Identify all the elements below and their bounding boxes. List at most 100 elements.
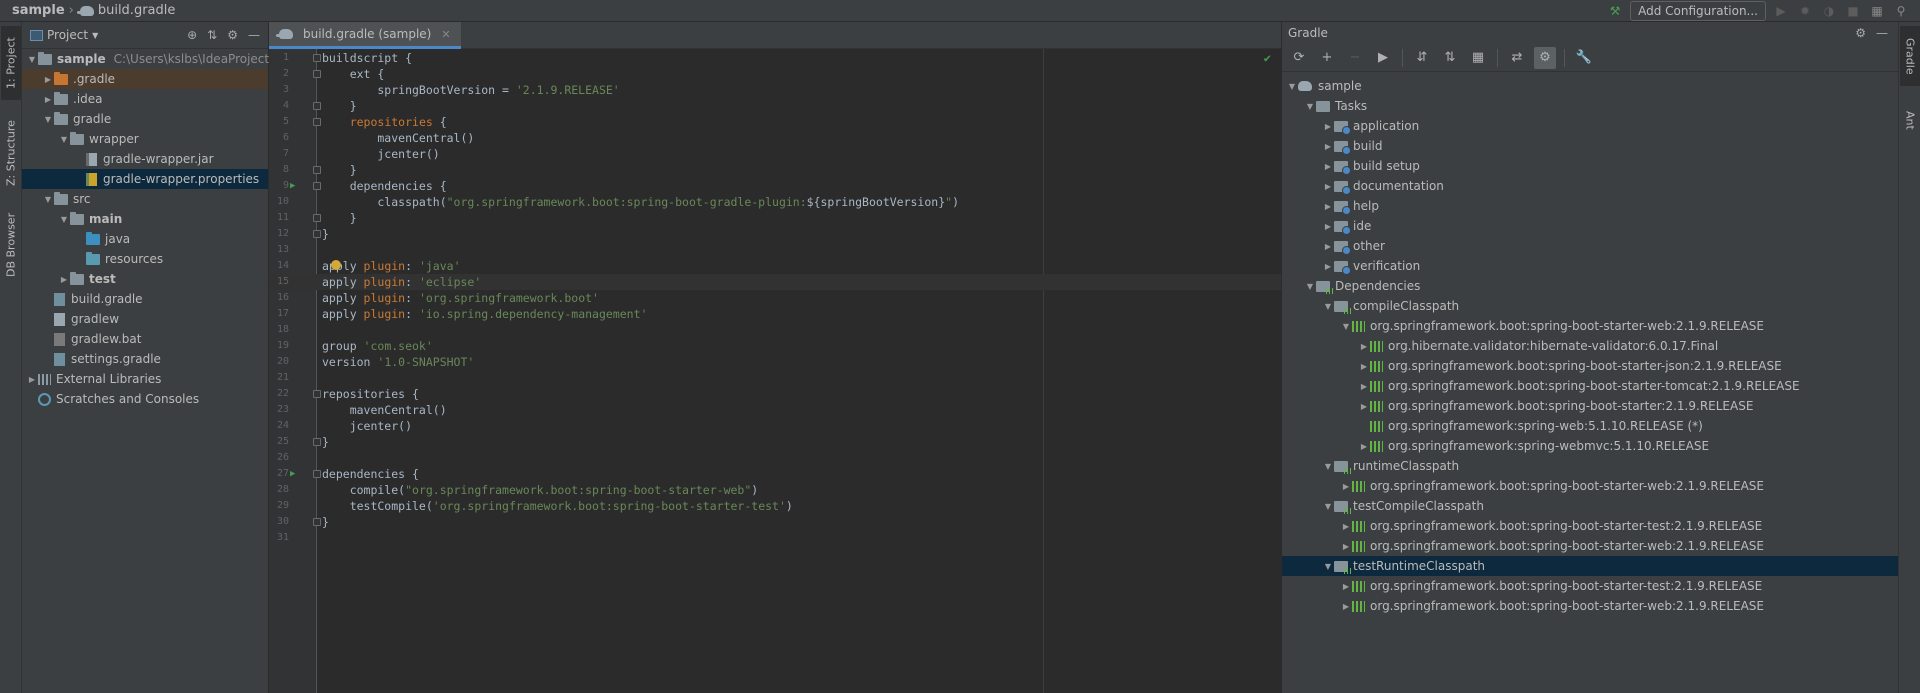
collapsed-arrow-icon[interactable]: ▶ — [1322, 242, 1334, 251]
skip-tests-icon[interactable]: ⚙ — [1534, 46, 1556, 69]
collapsed-arrow-icon[interactable]: ▶ — [1322, 222, 1334, 231]
code-line[interactable]: 3 springBootVersion = '2.1.9.RELEASE' — [269, 82, 1281, 98]
code-line[interactable]: 31 — [269, 530, 1281, 546]
run-gutter-icon[interactable]: ▶ — [290, 178, 295, 194]
fold-marker-icon[interactable] — [313, 214, 321, 222]
project-view-selector[interactable]: Project ▼ — [30, 28, 98, 42]
expanded-arrow-icon[interactable]: ▼ — [1304, 102, 1316, 111]
gradle-tree-item[interactable]: ▼ Dependencies — [1282, 276, 1898, 296]
code-line[interactable]: 15 apply plugin: 'eclipse' — [269, 274, 1281, 290]
code-line[interactable]: 5 repositories { — [269, 114, 1281, 130]
expanded-arrow-icon[interactable]: ▼ — [26, 55, 38, 64]
search-icon[interactable]: ⚲ — [1892, 2, 1910, 20]
collapsed-arrow-icon[interactable]: ▶ — [1322, 162, 1334, 171]
gradle-tree-item[interactable]: ▶ org.springframework:spring-webmvc:5.1.1… — [1282, 436, 1898, 456]
code-line[interactable]: 13 — [269, 242, 1281, 258]
collapse-all-icon[interactable]: ⇅ — [207, 28, 217, 42]
code-line[interactable]: 7 jcenter() — [269, 146, 1281, 162]
build-hammer-icon[interactable]: ⚒ — [1606, 2, 1624, 20]
collapsed-arrow-icon[interactable]: ▶ — [1358, 402, 1370, 411]
code-line[interactable]: 23 mavenCentral() — [269, 402, 1281, 418]
minimize-icon[interactable]: — — [248, 28, 260, 42]
fold-marker-icon[interactable] — [313, 118, 321, 126]
close-icon[interactable]: ✕ — [441, 28, 450, 41]
code-line[interactable]: 8 } — [269, 162, 1281, 178]
gradle-tree-item[interactable]: ▶ build — [1282, 136, 1898, 156]
gradle-tree-item[interactable]: ▶ org.springframework.boot:spring-boot-st… — [1282, 396, 1898, 416]
code-line[interactable]: 9 ▶ dependencies { — [269, 178, 1281, 194]
code-line[interactable]: 20 version '1.0-SNAPSHOT' — [269, 354, 1281, 370]
wrench-icon[interactable]: 🔧 — [1573, 47, 1595, 69]
gradle-tree-item[interactable]: ▶ org.springframework.boot:spring-boot-st… — [1282, 476, 1898, 496]
code-line[interactable]: 26 — [269, 450, 1281, 466]
project-tree-item[interactable]: ▶ test — [22, 269, 268, 289]
add-configuration-button[interactable]: Add Configuration... — [1630, 1, 1766, 21]
gradle-tree-item[interactable]: ▼ compileClasspath — [1282, 296, 1898, 316]
coverage-icon[interactable]: ◑ — [1820, 2, 1838, 20]
stop-icon[interactable]: ■ — [1844, 2, 1862, 20]
collapsed-arrow-icon[interactable]: ▶ — [42, 75, 54, 84]
project-tree-item[interactable]: settings.gradle — [22, 349, 268, 369]
gradle-tree-item[interactable]: ▼ sample — [1282, 76, 1898, 96]
expand-all-icon[interactable]: ⇵ — [1411, 47, 1433, 69]
execute-gradle-task-icon[interactable]: ▶ — [1372, 47, 1394, 69]
fold-marker-icon[interactable] — [313, 70, 321, 78]
project-tree-item[interactable]: build.gradle — [22, 289, 268, 309]
expanded-arrow-icon[interactable]: ▼ — [42, 195, 54, 204]
refresh-icon[interactable]: ⟳ — [1288, 47, 1310, 69]
collapsed-arrow-icon[interactable]: ▶ — [1340, 542, 1352, 551]
project-tree-item[interactable]: resources — [22, 249, 268, 269]
expanded-arrow-icon[interactable]: ▼ — [1340, 322, 1352, 331]
gradle-tree-item[interactable]: ▶ org.springframework.boot:spring-boot-st… — [1282, 596, 1898, 616]
code-line[interactable]: 18 — [269, 322, 1281, 338]
project-tree-item[interactable]: ▶ .idea — [22, 89, 268, 109]
gradle-tree-item[interactable]: ▶ build setup — [1282, 156, 1898, 176]
fold-marker-icon[interactable] — [313, 166, 321, 174]
breadcrumb-project[interactable]: sample — [12, 3, 65, 18]
project-tree-item[interactable]: ▶ External Libraries — [22, 369, 268, 389]
minimize-icon[interactable]: — — [1876, 26, 1888, 40]
debug-icon[interactable]: ✹ — [1796, 2, 1814, 20]
expanded-arrow-icon[interactable]: ▼ — [42, 115, 54, 124]
run-icon[interactable]: ▶ — [1772, 2, 1790, 20]
gradle-tree-item[interactable]: ▶ org.springframework.boot:spring-boot-st… — [1282, 516, 1898, 536]
project-tree-item[interactable]: ▼ gradle — [22, 109, 268, 129]
gear-icon[interactable]: ⚙ — [1855, 26, 1866, 40]
collapsed-arrow-icon[interactable]: ▶ — [1358, 382, 1370, 391]
project-tree-item[interactable]: ▼ wrapper — [22, 129, 268, 149]
code-line[interactable]: 6 mavenCentral() — [269, 130, 1281, 146]
fold-marker-icon[interactable] — [313, 390, 321, 398]
expanded-arrow-icon[interactable]: ▼ — [58, 215, 70, 224]
collapse-all-icon[interactable]: ⇅ — [1439, 47, 1461, 69]
gradle-tree-item[interactable]: ▶ application — [1282, 116, 1898, 136]
add-icon[interactable]: + — [1316, 47, 1338, 69]
code-line[interactable]: 27 ▶ dependencies { — [269, 466, 1281, 482]
project-tree-item[interactable]: gradle-wrapper.properties — [22, 169, 268, 189]
expanded-arrow-icon[interactable]: ▼ — [1322, 462, 1334, 471]
gradle-tree-item[interactable]: ▶ verification — [1282, 256, 1898, 276]
collapsed-arrow-icon[interactable]: ▶ — [1322, 182, 1334, 191]
project-tree-item[interactable]: ▼ src — [22, 189, 268, 209]
fold-marker-icon[interactable] — [313, 438, 321, 446]
collapsed-arrow-icon[interactable]: ▶ — [42, 95, 54, 104]
code-line[interactable]: 12} — [269, 226, 1281, 242]
gradle-tree-item[interactable]: ▶ org.springframework.boot:spring-boot-st… — [1282, 536, 1898, 556]
collapsed-arrow-icon[interactable]: ▶ — [1340, 482, 1352, 491]
project-tree-item[interactable]: Scratches and Consoles — [22, 389, 268, 409]
fold-marker-icon[interactable] — [313, 102, 321, 110]
project-tree-item[interactable]: java — [22, 229, 268, 249]
project-tree-item[interactable]: gradlew — [22, 309, 268, 329]
code-line[interactable]: 21 — [269, 370, 1281, 386]
fold-marker-icon[interactable] — [313, 230, 321, 238]
tab-gradle[interactable]: Gradle — [1900, 26, 1920, 86]
code-line[interactable]: 28 compile("org.springframework.boot:spr… — [269, 482, 1281, 498]
expanded-arrow-icon[interactable]: ▼ — [58, 135, 70, 144]
code-line[interactable]: 19 group 'com.seok' — [269, 338, 1281, 354]
lightbulb-icon[interactable] — [331, 260, 341, 270]
code-line[interactable]: 25} — [269, 434, 1281, 450]
expanded-arrow-icon[interactable]: ▼ — [1286, 82, 1298, 91]
collapsed-arrow-icon[interactable]: ▶ — [58, 275, 70, 284]
collapsed-arrow-icon[interactable]: ▶ — [1322, 202, 1334, 211]
code-editor[interactable]: 1 buildscript {2 ext {3 springBootVersion… — [269, 49, 1281, 693]
project-tree-item[interactable]: ▼ sample C:\Users\kslbs\IdeaProjects\ — [22, 49, 279, 69]
